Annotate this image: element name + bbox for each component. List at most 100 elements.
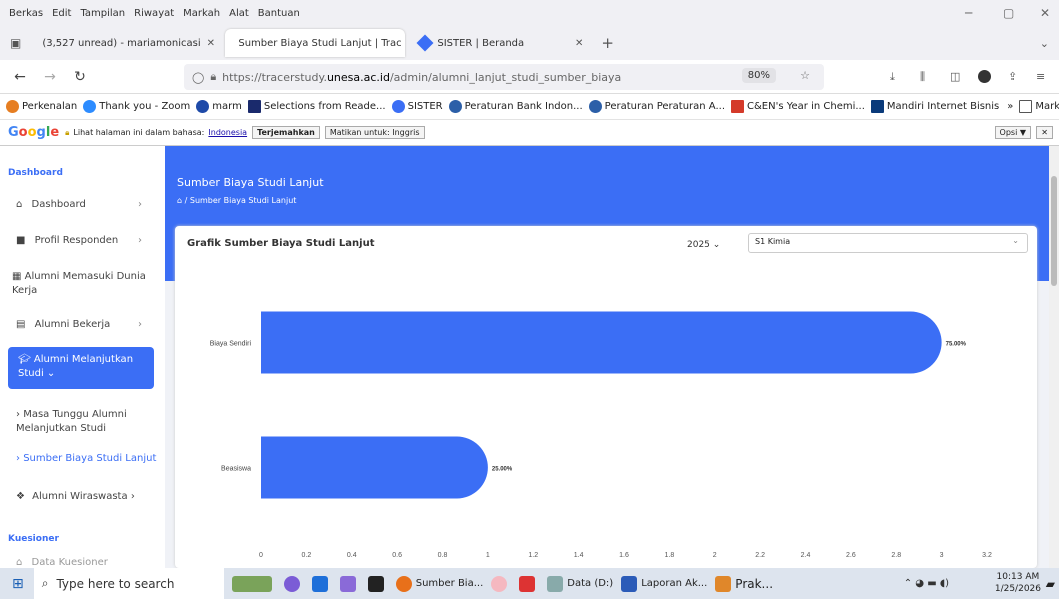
year-select[interactable]: 2025 ⌄ [687,240,720,250]
taskbar-firefox[interactable]: Sumber Bia... [395,575,483,592]
fox-icon [6,100,19,113]
sidebar-item-bekerja[interactable]: ▤ Alumni Bekerja › [8,318,158,332]
tab-sister[interactable]: SISTER | Beranda ✕ [411,29,591,57]
taskbar: ⊞ ⌕ Type here to search Sumber Bia... Dat… [0,568,1059,599]
taskbar-app[interactable] [519,575,539,592]
menu-bantuan[interactable]: Bantuan [258,8,300,19]
folder-icon [1019,100,1033,113]
bookmark-item[interactable]: SISTER [391,100,443,113]
sidebar-item-dashboard[interactable]: ⌂ Dashboard › [8,198,158,212]
menu-riwayat[interactable]: Riwayat [134,8,174,19]
building-icon: ▦ [12,271,22,282]
restore-icon[interactable]: ▢ [1003,6,1014,20]
language-select[interactable]: Indonesia [208,128,247,137]
menu-markah[interactable]: Markah [183,8,220,19]
page-title: Sumber Biaya Studi Lanjut [177,176,324,189]
clock[interactable]: 10:13 AM 1/25/2026 [995,571,1041,595]
translate-button[interactable]: Terjemahkan [252,126,320,139]
sidebar-item-dunia-kerja[interactable]: ▦ Alumni Memasuki Dunia Kerja [8,270,158,298]
bookmark-item[interactable]: C&EN's Year in Chemi... [731,100,865,113]
taskbar-app[interactable] [283,575,304,592]
close-tab-icon[interactable]: ✕ [569,38,583,49]
taskbar-widget[interactable] [231,575,276,592]
chart-bar[interactable] [261,436,488,499]
taskbar-app[interactable] [367,575,388,592]
sidebar-icon[interactable]: ◫ [950,70,960,83]
home-icon: ⌂ [16,557,23,568]
chart-bar[interactable] [261,311,942,374]
notification-icon[interactable]: ▰ [1046,577,1055,591]
share-icon[interactable]: ⇪ [1008,70,1017,83]
close-icon[interactable]: ✕ [1040,6,1050,20]
tab-active[interactable]: Sumber Biaya Studi Lanjut | Trac ✕ [225,29,406,57]
windows-start-icon[interactable]: ⊞ [12,576,24,592]
more-bookmarks-icon[interactable]: » [1007,101,1013,112]
google-logo: Google [8,125,60,140]
account-icon[interactable] [978,70,991,83]
menu-berkas[interactable]: Berkas [9,8,43,19]
system-tray-icons[interactable]: ⌃ ◕ ▬ ◖) [904,578,949,589]
taskbar-search[interactable]: ⌕ Type here to search [33,568,224,599]
tab-list-icon[interactable]: ▣ [10,36,21,50]
taskbar-app[interactable] [311,575,332,592]
bookmark-item[interactable]: Selections from Reade... [247,100,386,113]
x-tick-label: 0.4 [347,552,357,559]
options-button[interactable]: Opsi ▼ [994,126,1031,139]
chevron-right-icon: › [138,199,142,210]
reload-icon[interactable]: ↻ [68,69,92,85]
bookmark-item[interactable]: Peraturan Peraturan A... [588,100,725,113]
program-select[interactable]: S1 Kimia ⌄ [748,233,1028,253]
taskbar-app[interactable] [339,575,360,592]
scrollbar[interactable] [1049,146,1059,568]
new-tab-icon[interactable]: + [601,34,614,52]
taskbar-app[interactable] [491,575,511,592]
bookmark-item[interactable]: Thank you - Zoom [83,100,190,113]
turn-off-button[interactable]: Matikan untuk: Inggris [324,126,425,139]
sidebar-section-kuesioner: Kuesioner [8,534,59,544]
menu-edit[interactable]: Edit [52,8,71,19]
minimize-icon[interactable]: ─ [965,6,972,20]
marm-icon [196,100,210,113]
zoom-level[interactable]: 80% [741,68,776,83]
tab-overflow-icon[interactable]: ⌄ [1040,37,1049,50]
taskbar-drive[interactable]: Data (D:) [547,575,613,592]
bookmarks-bar: Perkenalan Thank you - Zoom marm Selecti… [0,94,1059,120]
download-icon[interactable]: ⤓ [890,70,895,84]
close-translate-icon[interactable]: ✕ [1036,126,1053,139]
bookmark-item[interactable]: marm [196,100,242,113]
search-icon: ⌕ [41,576,49,590]
home-icon[interactable]: ⌂ [177,196,182,205]
menu-icon[interactable]: ≡ [1036,70,1045,83]
x-tick-label: 2.2 [755,552,765,559]
x-tick-label: 2.8 [891,552,901,559]
back-icon[interactable]: ← [8,69,32,85]
bookmark-item[interactable]: Peraturan Bank Indon... [448,100,583,113]
bar-chart: Biaya Sendiri 75.00% Beasiswa 25.00% 0 0.2 0.4… [210,311,992,559]
close-tab-icon[interactable]: ✕ [402,38,406,49]
sidebar-item-melanjutkan-studi[interactable]: 🎓︎ Alumni Melanjutkan Studi ⌄ [8,347,154,389]
home-icon: ⌂ [16,199,23,210]
close-tab-icon[interactable]: ✕ [201,38,215,49]
taskbar-word[interactable]: Laporan Ak... [621,575,707,592]
bookmark-item[interactable]: Mandiri Internet Bisnis [870,100,999,113]
sidebar-item-data-kuesioner[interactable]: ⌂ Data Kuesioner [8,556,158,568]
sidebar: Dashboard ⌂ Dashboard › ■ Profil Responde… [0,146,165,568]
sidebar-subitem-masa-tunggu[interactable]: › Masa Tunggu Alumni Melanjutkan Studi [16,408,146,436]
library-icon[interactable]: ⫼ [920,70,925,84]
star-icon[interactable]: ☆ [800,69,810,82]
lock-icon: 🔒︎ [65,127,70,137]
tab-email[interactable]: (3,527 unread) - mariamonicasi ✕ [29,29,219,57]
sister-icon [391,100,405,113]
url-bar[interactable]: ◯ 🔒︎ https://tracerstudy. unesa.ac.id/adm… [184,64,824,90]
sidebar-subitem-sumber-biaya[interactable]: › Sumber Biaya Studi Lanjut [16,452,166,466]
forward-icon[interactable]: → [38,69,62,85]
bookmark-folder[interactable]: Markah Lain [1019,100,1059,113]
sidebar-item-wiraswasta[interactable]: ❖ Alumni Wiraswasta › [8,490,158,504]
menu-alat[interactable]: Alat [229,8,249,19]
sidebar-item-profil[interactable]: ■ Profil Responden › [8,234,158,248]
scrollbar-thumb[interactable] [1051,176,1057,286]
menu-tampilan[interactable]: Tampilan [80,8,125,19]
taskbar-prak[interactable]: Prak... [715,575,773,592]
chart-card: Grafik Sumber Biaya Studi Lanjut 2025 ⌄ … [175,226,1037,568]
bookmark-item[interactable]: Perkenalan [6,100,77,113]
